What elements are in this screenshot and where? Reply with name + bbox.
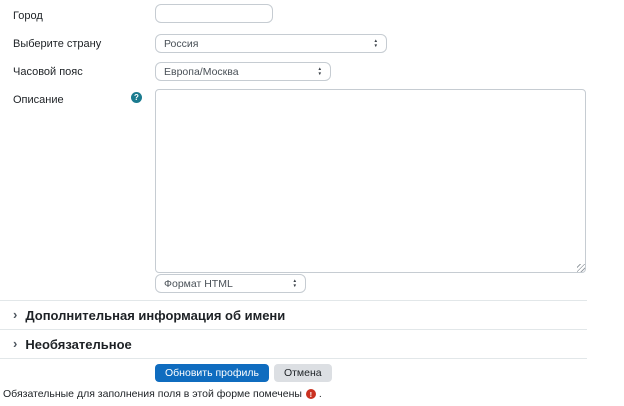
divider [0,329,587,330]
required-fields-note: Обязательные для заполнения поля в этой … [3,388,322,400]
description-textarea[interactable] [155,89,586,273]
format-select[interactable]: Формат HTML ▲ ▼ [155,274,306,293]
section-additional-names[interactable]: › Дополнительная информация об имени [0,304,587,326]
select-arrows-icon: ▲ ▼ [292,279,297,288]
select-arrows-icon: ▲ ▼ [317,67,322,76]
help-icon[interactable]: ? [131,92,142,103]
description-label: Описание [13,93,64,107]
country-select-value: Россия [164,38,367,50]
chevron-right-icon: › [13,337,17,350]
divider [0,300,587,301]
city-label: Город [13,9,43,23]
profile-edit-form: Город Выберите страну Россия ▲ ▼ Часовой… [0,0,624,406]
required-note-text: Обязательные для заполнения поля в этой … [3,388,302,400]
section-title: Дополнительная информация об имени [25,308,285,323]
country-select[interactable]: Россия ▲ ▼ [155,34,387,53]
form-actions: Обновить профиль Отмена [155,364,332,382]
required-icon: ! [306,389,316,399]
chevron-right-icon: › [13,308,17,321]
required-note-suffix: . [319,388,322,400]
section-title: Необязательное [25,337,131,352]
format-select-value: Формат HTML [164,278,286,290]
divider [0,358,587,359]
timezone-select-value: Европа/Москва [164,66,311,78]
update-profile-button[interactable]: Обновить профиль [155,364,269,382]
timezone-label: Часовой пояс [13,65,83,79]
cancel-button[interactable]: Отмена [274,364,332,382]
resize-handle-icon[interactable] [577,264,585,272]
section-optional[interactable]: › Необязательное [0,333,587,355]
city-input[interactable] [155,4,273,23]
country-label: Выберите страну [13,37,101,51]
select-arrows-icon: ▲ ▼ [373,39,378,48]
timezone-select[interactable]: Европа/Москва ▲ ▼ [155,62,331,81]
